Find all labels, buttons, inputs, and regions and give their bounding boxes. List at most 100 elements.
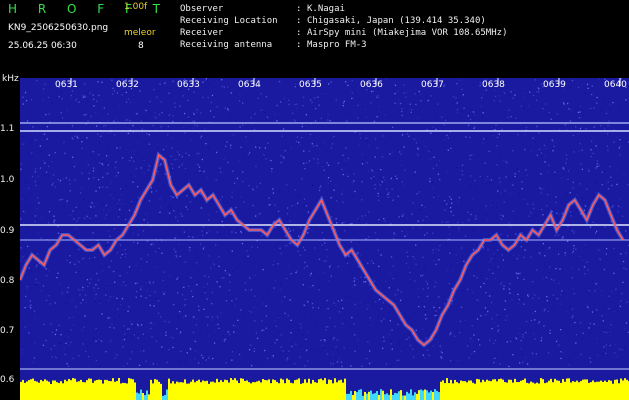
baseline-segment — [38, 382, 40, 400]
y-tick-0-7: 0.7 — [0, 326, 15, 336]
baseline-segment — [572, 381, 574, 400]
baseline-segment — [290, 382, 292, 400]
baseline-segment — [132, 379, 134, 400]
antenna-label: Receiving antenna — [180, 40, 273, 50]
baseline-segment — [98, 379, 100, 400]
time-tick-0637: 0637 — [421, 80, 444, 90]
time-tick-0634: 0634 — [238, 80, 261, 90]
baseline-spike — [422, 390, 424, 400]
baseline-segment — [282, 379, 284, 400]
baseline-segment — [600, 380, 602, 400]
baseline-segment — [500, 378, 502, 400]
baseline-segment — [586, 379, 588, 400]
baseline-segment — [116, 380, 118, 400]
baseline-spike — [162, 395, 164, 400]
baseline-segment — [126, 383, 128, 400]
baseline-spike — [424, 389, 426, 400]
baseline-segment — [20, 381, 22, 400]
baseline-segment — [234, 378, 236, 400]
baseline-segment — [564, 381, 566, 400]
baseline-spike — [394, 392, 396, 400]
baseline-segment — [310, 383, 312, 400]
baseline-segment — [474, 383, 476, 400]
baseline-segment — [236, 380, 238, 400]
baseline-segment — [598, 381, 600, 400]
baseline-segment — [342, 382, 344, 400]
baseline-segment — [584, 379, 586, 400]
observer-sep: : — [296, 4, 302, 14]
baseline-segment — [168, 378, 170, 400]
baseline-segment — [92, 382, 94, 400]
receiver-value: AirSpy mini (Miakejima VOR 108.65MHz) — [307, 28, 508, 38]
baseline-segment — [152, 383, 154, 400]
baseline-segment — [526, 382, 528, 400]
baseline-segment — [32, 378, 34, 400]
baseline-segment — [326, 383, 328, 400]
baseline-segment — [66, 381, 68, 400]
baseline-segment — [490, 381, 492, 400]
baseline-spike — [410, 389, 412, 400]
y-tick-0-6: 0.6 — [0, 375, 15, 385]
baseline-segment — [78, 381, 80, 400]
baseline-spike — [404, 395, 406, 400]
baseline-segment — [316, 382, 318, 400]
baseline-segment — [50, 383, 52, 400]
baseline-segment — [70, 380, 72, 400]
baseline-segment — [472, 382, 474, 400]
baseline-segment — [594, 382, 596, 400]
baseline-segment — [618, 383, 620, 400]
baseline-segment — [208, 383, 210, 400]
baseline-segment — [118, 378, 120, 400]
baseline-segment — [470, 380, 472, 400]
baseline-segment — [82, 382, 84, 400]
baseline-spike — [436, 390, 438, 400]
baseline-segment — [454, 379, 456, 400]
baseline-segment — [542, 379, 544, 400]
baseline-segment — [558, 380, 560, 400]
baseline-segment — [532, 382, 534, 400]
baseline-segment — [248, 382, 250, 400]
baseline-segment — [298, 378, 300, 400]
baseline-segment — [306, 382, 308, 400]
baseline-spike — [374, 393, 376, 400]
baseline-segment — [158, 381, 160, 400]
baseline-segment — [534, 383, 536, 400]
baseline-segment — [262, 378, 264, 400]
baseline-spike — [380, 389, 382, 400]
baseline-segment — [202, 380, 204, 400]
baseline-spike — [352, 394, 354, 400]
baseline-segment — [478, 379, 480, 400]
baseline-segment — [324, 378, 326, 400]
baseline-segment — [522, 380, 524, 400]
baseline-segment — [336, 382, 338, 400]
baseline-segment — [44, 379, 46, 400]
baseline-segment — [294, 380, 296, 400]
y-tick-0-8: 0.8 — [0, 276, 15, 286]
baseline-segment — [488, 380, 490, 400]
baseline-segment — [130, 378, 132, 400]
baseline-segment — [242, 378, 244, 400]
baseline-segment — [264, 379, 266, 400]
baseline-spike — [414, 392, 416, 400]
baseline-segment — [100, 379, 102, 400]
baseline-segment — [494, 379, 496, 400]
baseline-segment — [446, 378, 448, 400]
baseline-spike — [384, 394, 386, 400]
baseline-segment — [518, 382, 520, 400]
time-tick-0635: 0635 — [299, 80, 322, 90]
time-tick-0633: 0633 — [177, 80, 200, 90]
spectrogram-plot — [20, 78, 629, 400]
baseline-segment — [496, 381, 498, 400]
baseline-segment — [520, 380, 522, 400]
baseline-spike — [144, 395, 146, 400]
baseline-segment — [58, 383, 60, 400]
baseline-segment — [278, 383, 280, 400]
y-tick-0-9: 0.9 — [0, 226, 15, 236]
baseline-segment — [590, 382, 592, 400]
baseline-spike — [400, 390, 402, 400]
baseline-spike — [386, 393, 388, 400]
baseline-spike — [166, 389, 168, 400]
baseline-segment — [24, 382, 26, 400]
baseline-segment — [510, 379, 512, 400]
unit-label: kHz — [2, 74, 19, 84]
